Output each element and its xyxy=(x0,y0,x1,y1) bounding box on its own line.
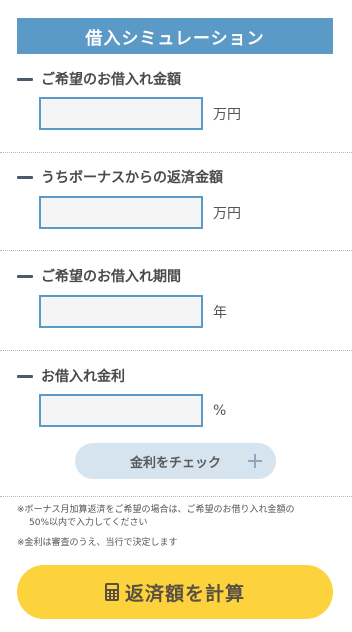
bonus-repayment-input[interactable] xyxy=(39,196,203,229)
bonus-note: ※ボーナス月加算返済をご希望の場合は、ご希望のお借り入れ金額の xyxy=(17,505,295,515)
calculate-button[interactable]: 返済額を計算 xyxy=(17,565,333,619)
loan-amount-unit: 万円 xyxy=(213,106,241,123)
dash-icon xyxy=(17,274,33,278)
check-rate-button[interactable]: 金利をチェック xyxy=(75,443,276,479)
simulation-title: 借入シミュレーション xyxy=(17,18,333,54)
bonus-repayment-unit: 万円 xyxy=(213,205,241,222)
loan-period-input[interactable] xyxy=(39,295,203,328)
calculate-label: 返済額を計算 xyxy=(124,582,245,605)
divider xyxy=(0,250,352,251)
plus-icon xyxy=(248,454,262,468)
dash-icon xyxy=(17,77,33,81)
dash-icon xyxy=(17,175,33,179)
divider xyxy=(0,496,352,497)
rate-note: ※金利は審査のうえ、当行で決定します xyxy=(17,538,178,548)
bonus-note-continued: 50%以内で入力してください xyxy=(29,518,148,528)
dash-icon xyxy=(17,374,33,378)
interest-rate-label: お借入れ金利 xyxy=(17,366,125,386)
bonus-repayment-label: うちボーナスからの返済金額 xyxy=(17,167,223,187)
loan-period-unit: 年 xyxy=(213,304,227,321)
simulation-title-text: 借入シミュレーション xyxy=(85,28,265,49)
loan-amount-input[interactable] xyxy=(39,97,203,130)
interest-rate-unit: % xyxy=(213,402,227,419)
divider xyxy=(0,152,352,153)
calculator-icon xyxy=(104,583,119,601)
loan-amount-label: ご希望のお借入れ金額 xyxy=(17,69,181,89)
divider xyxy=(0,350,352,351)
check-rate-label: 金利をチェック xyxy=(129,455,221,471)
interest-rate-input[interactable] xyxy=(39,394,203,427)
loan-period-label: ご希望のお借入れ期間 xyxy=(17,266,181,286)
